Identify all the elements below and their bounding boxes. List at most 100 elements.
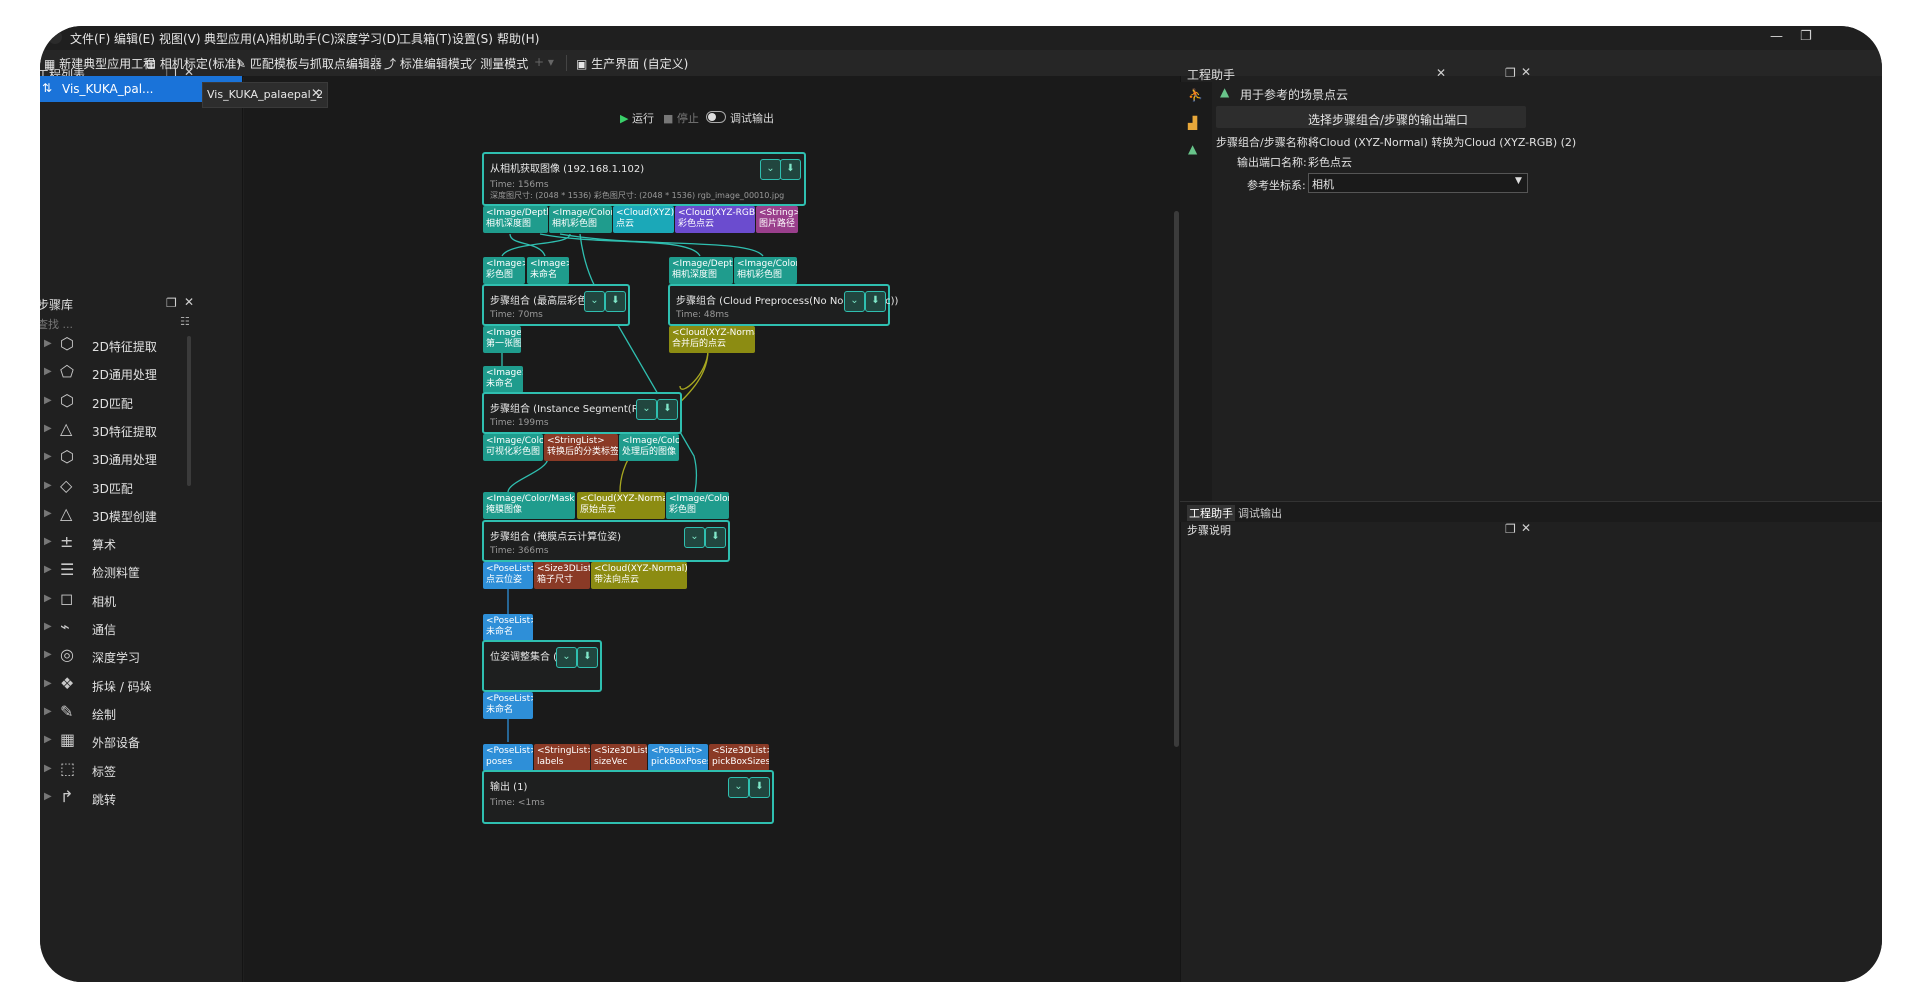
collapse-icon[interactable]: ⌄ <box>844 291 865 312</box>
scene-icon: ▲ <box>1220 85 1230 99</box>
port-output[interactable]: <Image>第一张图 <box>483 326 521 353</box>
port-input[interactable]: <Cloud(XYZ-Normal)>原始点云 <box>577 492 665 519</box>
port-label: 未命名 <box>486 705 514 715</box>
port-input[interactable]: <Size3DList>sizeVec <box>591 744 647 771</box>
node-info: 深度图尺寸: (2048 * 1536) 彩色图尺寸: (2048 * 1536… <box>490 191 785 200</box>
port-label: 相机深度图 <box>486 219 532 229</box>
port-type: <Cloud(XYZ-RGB)> <box>678 208 755 218</box>
port-type: <PoseList> <box>651 746 703 756</box>
collapse-icon[interactable]: ⌄ <box>760 159 781 180</box>
download-icon[interactable]: ⬇ <box>605 291 626 312</box>
select-output-button[interactable]: 选择步骤组合/步骤的输出端口 <box>1216 106 1526 128</box>
port-input[interactable]: <Image/Color>彩色图 <box>666 492 729 519</box>
port-output[interactable]: <Cloud(XYZ-Normal) [] >带法向点云 <box>591 562 687 589</box>
port-input[interactable]: <PoseList> pickBoxPoses <box>648 744 708 771</box>
collapse-icon[interactable]: ⌄ <box>684 527 705 548</box>
port-label: 未命名 <box>486 627 514 637</box>
assistant-title: 工程助手 <box>1187 68 1236 82</box>
port-label: 点云 <box>616 219 635 229</box>
port-output[interactable]: <Image/Depth>相机深度图 <box>483 206 548 233</box>
port-name-label: 输出端口名称: <box>1237 156 1307 169</box>
port-input[interactable]: <Image>未命名 <box>527 257 569 284</box>
download-icon[interactable]: ⬇ <box>577 647 598 668</box>
node-cloud-preprocess[interactable]: 步骤组合 (Cloud Preprocess(No Normal Calc)) … <box>668 284 898 326</box>
port-input[interactable]: <Image> 彩色图 <box>483 257 525 284</box>
node-output[interactable]: 输出 (1) Time: <1ms ⌄ ⬇ <box>482 770 774 824</box>
close-icon[interactable]: ✕ <box>1521 521 1531 535</box>
port-label: 合并后的点云 <box>672 339 727 349</box>
port-label: 点云位姿 <box>486 575 523 585</box>
float-icon[interactable]: ❐ <box>1505 66 1516 80</box>
port-output[interactable]: <Cloud(XYZ-Normal)>合并后的点云 <box>669 326 755 353</box>
tab-assistant[interactable]: 工程助手 <box>1187 505 1235 521</box>
node-title: 输出 (1) <box>490 782 528 793</box>
connection-line <box>559 233 764 257</box>
download-icon[interactable]: ⬇ <box>865 291 886 312</box>
port-type: <Image> <box>486 368 523 378</box>
port-output[interactable]: <Cloud(XYZ-RGB)>彩色点云 <box>675 206 755 233</box>
node-time: Time: 199ms <box>490 418 549 428</box>
port-output[interactable]: <Cloud(XYZ)>点云 <box>613 206 674 233</box>
chart-icon[interactable]: ▟ <box>1188 116 1197 130</box>
port-input[interactable]: <Image/Depth>相机深度图 <box>669 257 733 284</box>
port-output[interactable]: <StringList> 转换后的分类标签 <box>544 434 618 461</box>
coord-select-value: 相机 <box>1312 178 1334 191</box>
step-desc-title: 步骤说明 <box>1187 524 1231 537</box>
node-pose-adjust[interactable]: 位姿调整集合 (1) ⌄ ⬇ <box>482 640 602 692</box>
port-type: <Image/Color> <box>737 259 797 269</box>
port-type: <Cloud(XYZ-Normal)> <box>672 328 755 338</box>
port-label: 未命名 <box>530 270 558 280</box>
port-label: 相机彩色图 <box>737 270 783 280</box>
port-label: 彩色点云 <box>678 219 715 229</box>
download-icon[interactable]: ⬇ <box>657 399 678 420</box>
coord-label: 参考坐标系: <box>1247 179 1306 192</box>
port-type: <PoseList> <box>486 616 533 626</box>
node-title: 从相机获取图像 (192.168.1.102) <box>490 164 645 175</box>
port-input[interactable]: <Image>未命名 <box>483 366 523 393</box>
connection-line <box>539 233 701 257</box>
people-icon[interactable]: ⛹ <box>1188 88 1203 102</box>
cloud-icon[interactable]: ▲ <box>1188 142 1197 156</box>
node-highest-layer[interactable]: 步骤组合 (最高层彩色图) Time: 70ms ⌄ ⬇ <box>482 284 630 326</box>
port-output[interactable]: <Image/Color>处理后的图像 <box>619 434 679 461</box>
node-time: Time: 70ms <box>490 310 543 320</box>
node-instance-segment[interactable]: 步骤组合 (Instance Segment(Rgb)) Time: 199ms… <box>482 392 682 434</box>
port-input[interactable]: <PoseList> poses <box>483 744 533 771</box>
assistant-tabs: 工程助手 调试输出 <box>1180 501 1882 522</box>
port-output[interactable]: <Size3DList>箱子尺寸 <box>534 562 590 589</box>
port-input[interactable]: <PoseList> 未命名 <box>483 614 533 641</box>
collapse-icon[interactable]: ⌄ <box>556 647 577 668</box>
port-input[interactable]: <Image/Color>相机彩色图 <box>734 257 797 284</box>
port-input[interactable]: <StringList> labels <box>534 744 590 771</box>
coord-select[interactable]: 相机 ▼ <box>1308 173 1528 193</box>
port-output[interactable]: <Image/Color>可视化彩色图 <box>483 434 543 461</box>
port-type: <Size3DList> <box>594 746 647 756</box>
node-mask-pose[interactable]: 步骤组合 (掩膜点云计算位姿) Time: 366ms ⌄ ⬇ <box>482 520 730 562</box>
collapse-icon[interactable]: ⌄ <box>636 399 657 420</box>
port-type: <Image/Color> <box>622 436 679 446</box>
tab-debug-output[interactable]: 调试输出 <box>1238 505 1282 521</box>
port-type: <Size3DList> <box>712 746 769 756</box>
port-output[interactable]: <PoseList> 未命名 <box>483 692 533 719</box>
port-type: <PoseList> <box>486 564 533 574</box>
port-output[interactable]: <Image/Color>相机彩色图 <box>549 206 612 233</box>
download-icon[interactable]: ⬇ <box>749 777 770 798</box>
port-type: <String> <box>759 208 798 218</box>
close-icon[interactable]: ✕ <box>1521 65 1531 79</box>
port-output[interactable]: <String> 图片路径 <box>756 206 798 233</box>
download-icon[interactable]: ⬇ <box>705 527 726 548</box>
collapse-icon[interactable]: ⌄ <box>584 291 605 312</box>
node-time: Time: <1ms <box>490 798 545 808</box>
port-label: 箱子尺寸 <box>537 575 574 585</box>
node-camera[interactable]: 从相机获取图像 (192.168.1.102) Time: 156ms 深度图尺… <box>482 152 806 206</box>
port-input[interactable]: <Image/Color/Mask [] >掩膜图像 <box>483 492 575 519</box>
port-type: <Image/Color> <box>552 208 612 218</box>
port-output[interactable]: <PoseList> 点云位姿 <box>483 562 533 589</box>
float-icon[interactable]: ❐ <box>1505 522 1516 536</box>
canvas-scrollbar[interactable] <box>1174 211 1179 747</box>
chevron-down-icon: ▼ <box>1515 176 1522 186</box>
collapse-icon[interactable]: ⌄ <box>728 777 749 798</box>
download-icon[interactable]: ⬇ <box>780 159 801 180</box>
node-time: Time: 366ms <box>490 546 549 556</box>
port-input[interactable]: <Size3DList> pickBoxSizes <box>709 744 769 771</box>
